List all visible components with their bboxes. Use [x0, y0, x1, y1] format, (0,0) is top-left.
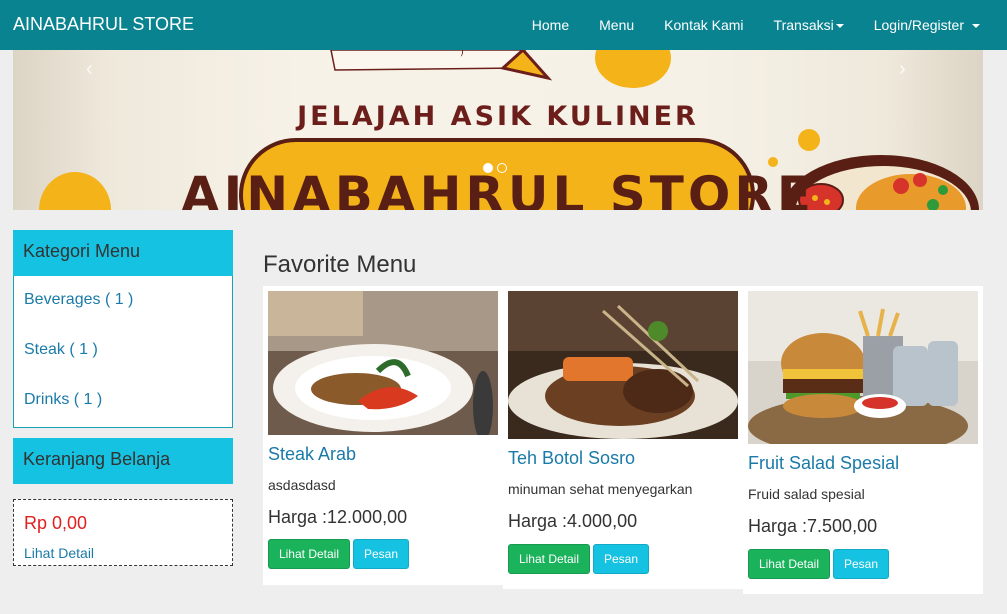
category-link-beverages[interactable]: Beverages ( 1 ): [24, 291, 133, 309]
product-price: Harga :12.000,00: [268, 507, 408, 527]
favorite-menu-title: Favorite Menu: [263, 251, 417, 278]
category-list: Beverages ( 1 ) Steak ( 1 ) Drinks ( 1 ): [13, 276, 233, 428]
category-panel-heading: Kategori Menu: [13, 230, 233, 276]
caret-down-icon: [972, 23, 980, 28]
product-card: Fruit Salad Spesial Fruid salad spesial …: [743, 286, 983, 594]
category-link-steak[interactable]: Steak ( 1 ): [24, 341, 98, 359]
product-price: Harga :7.500,00: [748, 516, 878, 536]
product-name[interactable]: Teh Botol Sosro: [508, 448, 635, 469]
product-description: minuman sehat menyegarkan: [508, 481, 693, 497]
banner-tagline: JELAJAH ASIK KULINER: [297, 101, 699, 132]
svg-text:): ): [460, 50, 464, 58]
cart-panel-heading: Keranjang Belanja: [13, 438, 233, 484]
product-card: Steak Arab asdasdasd Harga :12.000,00 Li…: [263, 286, 503, 585]
carousel-indicator-1[interactable]: [483, 163, 493, 173]
cart-total-amount: Rp 0,00: [24, 513, 88, 533]
brand-logo-text[interactable]: AINABAHRUL STORE: [13, 14, 194, 35]
product-image-fruit-salad[interactable]: [748, 291, 978, 444]
nav-transaksi-dropdown[interactable]: Transaksi: [759, 17, 859, 33]
carousel-next-arrow-icon[interactable]: ›: [899, 58, 906, 81]
order-button[interactable]: Pesan: [593, 544, 649, 574]
category-link-drinks[interactable]: Drinks ( 1 ): [24, 391, 102, 409]
nav-transaksi-label: Transaksi: [773, 17, 834, 33]
caret-down-icon: [835, 23, 844, 28]
nav-menu-label: Menu: [599, 17, 635, 33]
top-navbar: AINABAHRUL STORE Home Menu Kontak Kami T…: [0, 0, 1007, 50]
banner-carousel: ) JELAJAH ASIK KULINER AINABAHRUL STORE …: [13, 50, 983, 210]
cart-detail-link[interactable]: Lihat Detail: [24, 545, 94, 561]
product-card: Teh Botol Sosro minuman sehat menyegarka…: [503, 286, 743, 589]
cart-summary: Rp 0,00 Lihat Detail: [13, 499, 233, 566]
product-image-teh-botol[interactable]: [508, 291, 738, 439]
view-detail-button[interactable]: Lihat Detail: [268, 539, 350, 569]
nav-kontak-kami[interactable]: Kontak Kami: [649, 17, 758, 33]
view-detail-button[interactable]: Lihat Detail: [508, 544, 590, 574]
product-description: Fruid salad spesial: [748, 486, 865, 502]
order-button[interactable]: Pesan: [353, 539, 409, 569]
product-price: Harga :4.000,00: [508, 511, 638, 531]
nav-menu: Home Menu Kontak Kami Transaksi Login/Re…: [517, 0, 995, 50]
nav-home-label: Home: [531, 17, 570, 33]
order-button[interactable]: Pesan: [833, 549, 889, 579]
carousel-indicator-2[interactable]: [497, 163, 507, 173]
nav-home[interactable]: Home: [517, 17, 584, 33]
nav-login-register-dropdown[interactable]: Login/Register: [859, 17, 995, 33]
nav-login-label: Login/Register: [873, 17, 964, 33]
product-name[interactable]: Fruit Salad Spesial: [748, 453, 899, 474]
view-detail-button[interactable]: Lihat Detail: [748, 549, 830, 579]
nav-menu-link[interactable]: Menu: [584, 17, 649, 33]
nav-kontak-label: Kontak Kami: [664, 17, 744, 33]
product-description: asdasdasd: [268, 477, 336, 493]
carousel-prev-arrow-icon[interactable]: ‹: [86, 58, 93, 81]
carousel-indicators: [483, 163, 507, 173]
product-image-steak[interactable]: [268, 291, 498, 435]
product-name[interactable]: Steak Arab: [268, 444, 356, 465]
